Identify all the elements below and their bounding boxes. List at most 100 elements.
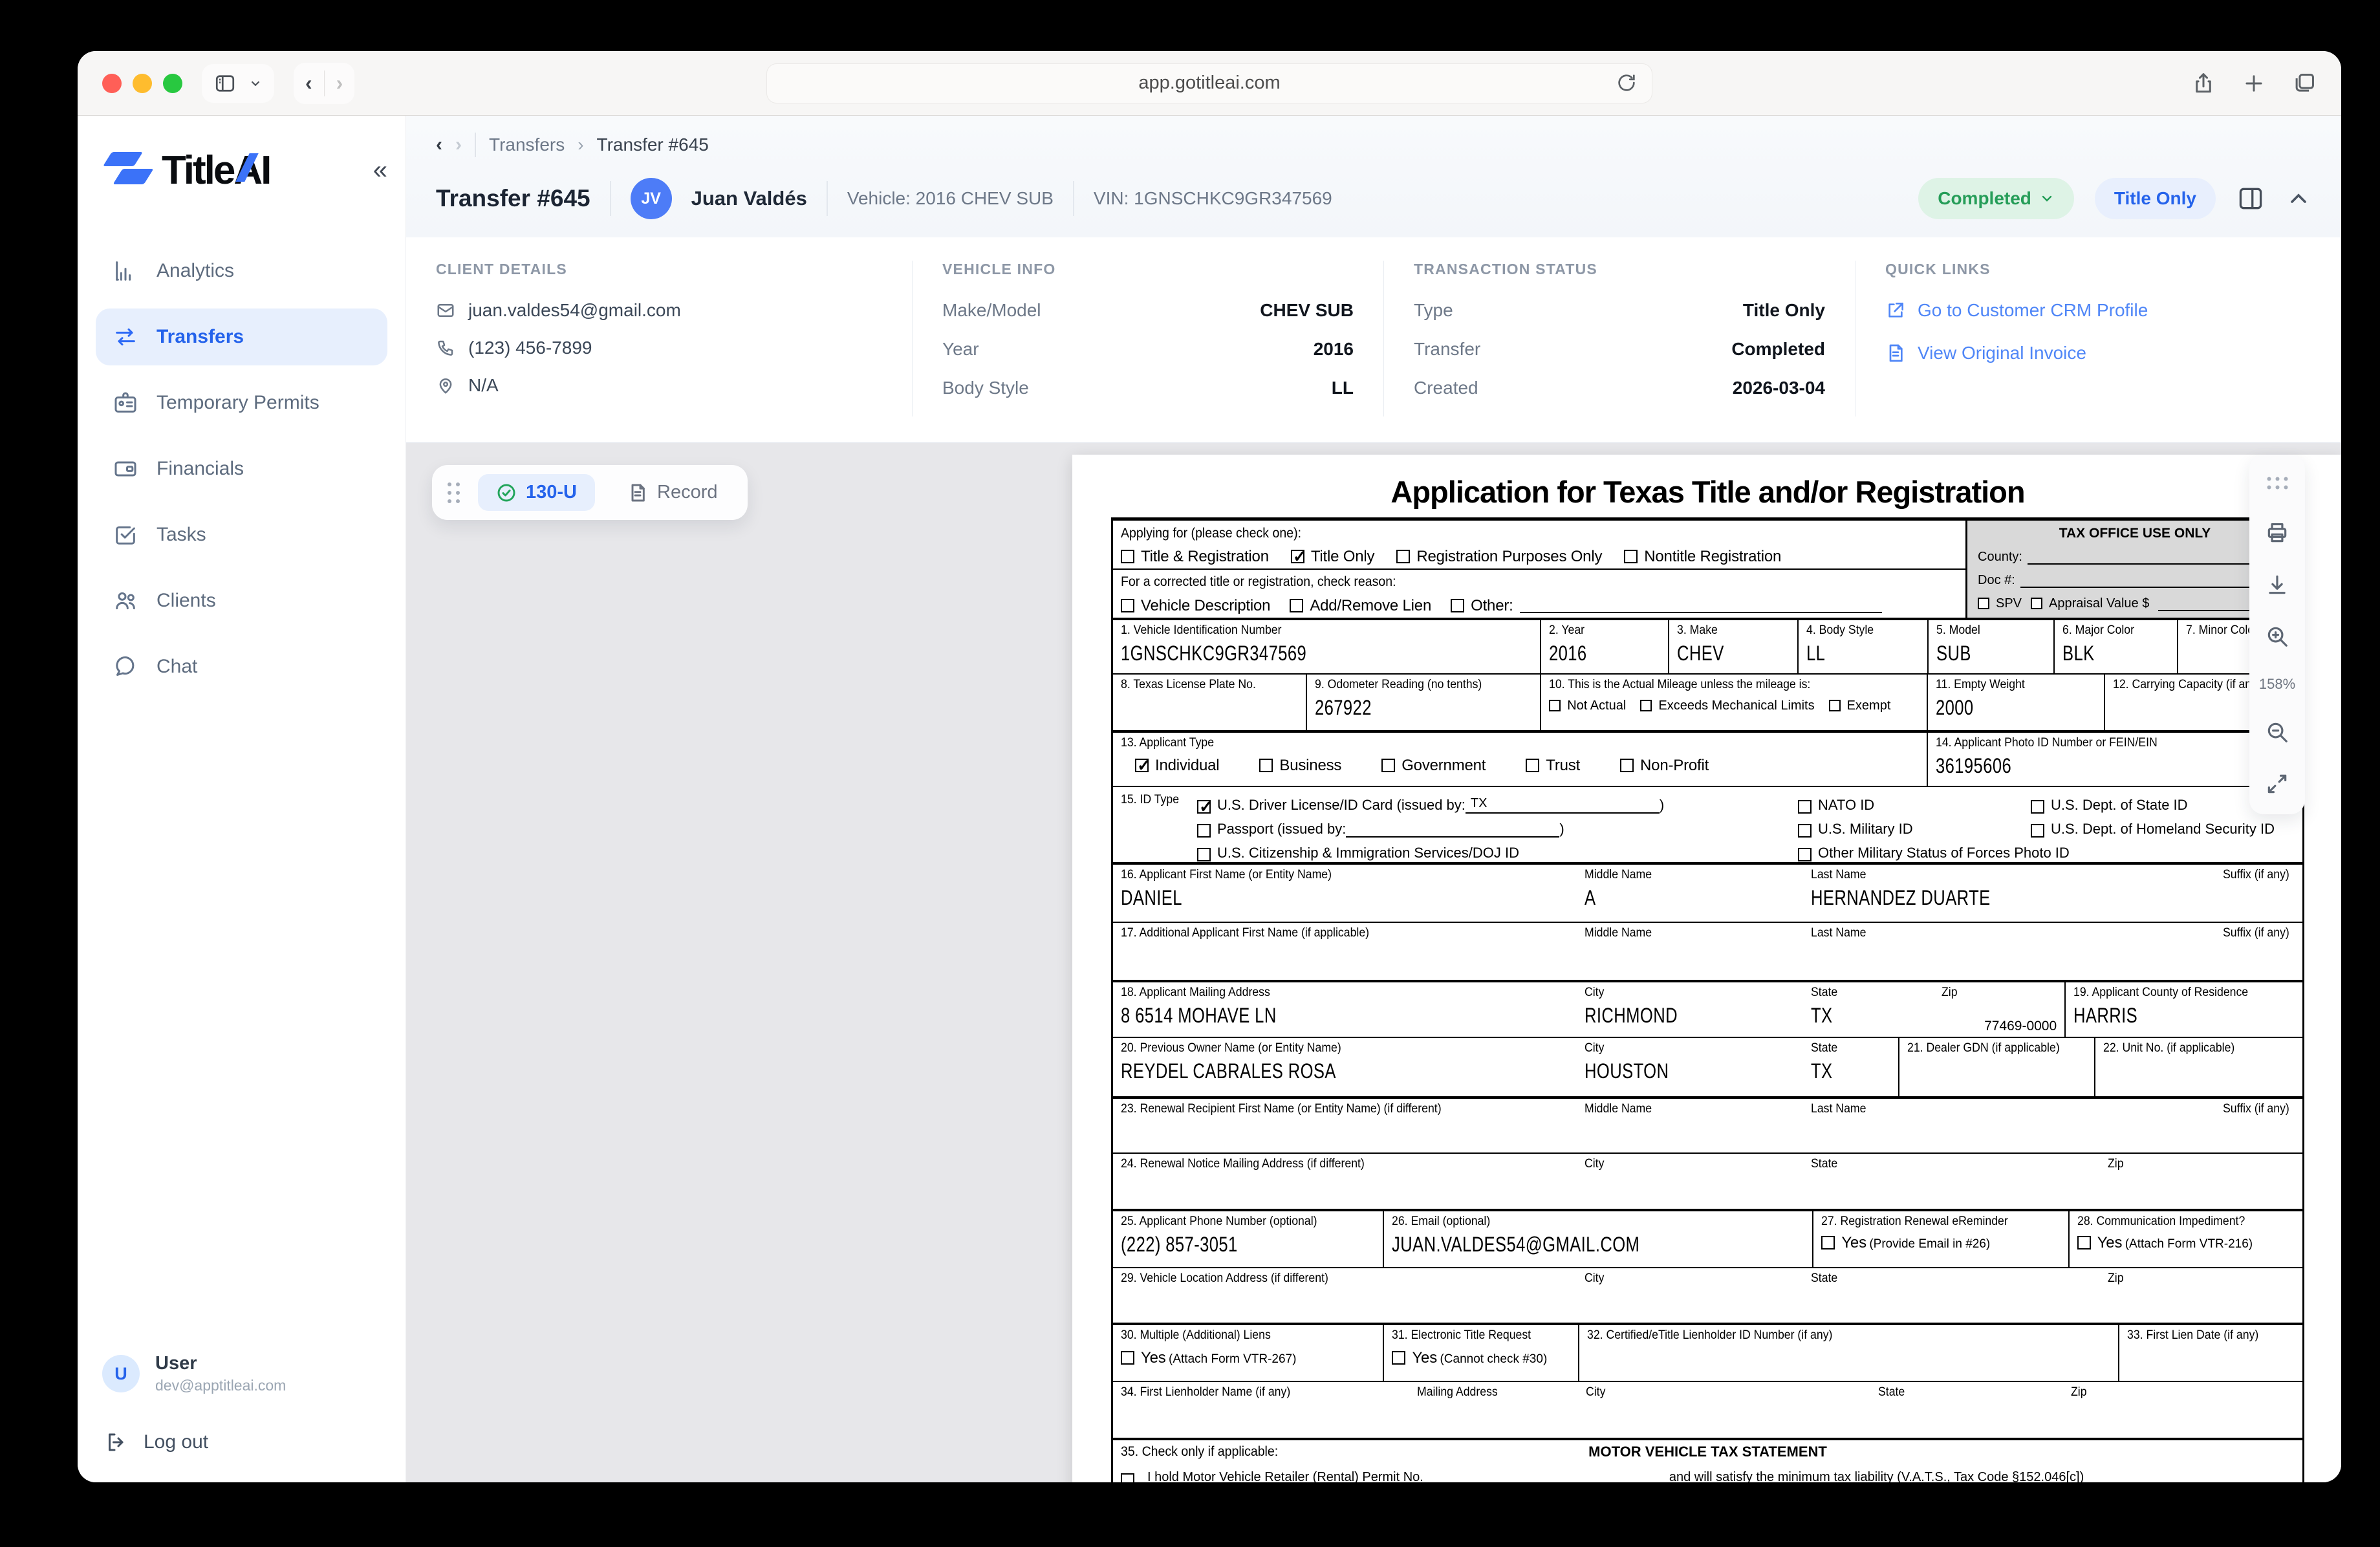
tab-overview-icon[interactable] (2292, 71, 2317, 96)
option-individual[interactable]: Individual (1135, 757, 1219, 775)
sidebar-item-tasks[interactable]: Tasks (96, 506, 387, 563)
appraisal-option[interactable]: Appraisal Value $ (2031, 596, 2149, 611)
make-value[interactable]: CHEV (1677, 642, 1768, 665)
checkbox[interactable] (1197, 848, 1211, 861)
middle-name-value[interactable]: A (1585, 886, 1753, 910)
checkbox[interactable] (1121, 599, 1134, 612)
checkbox[interactable] (1259, 759, 1273, 772)
option-trust[interactable]: Trust (1526, 757, 1580, 775)
new-tab-icon[interactable] (2242, 71, 2266, 96)
checkbox[interactable] (1640, 700, 1652, 711)
option-driver-license[interactable]: U.S. Driver License/ID Card (issued by:T… (1197, 797, 1791, 814)
major-color-value[interactable]: BLK (2062, 642, 2148, 665)
year-value[interactable]: 2016 (1549, 642, 1638, 665)
model-value[interactable]: SUB (1936, 642, 2024, 665)
checkbox[interactable] (1798, 800, 1812, 814)
mailing-address-value[interactable]: 8 6514 MOHAVE LN (1121, 1004, 1480, 1028)
city-value[interactable]: RICHMOND (1585, 1004, 1753, 1028)
toolbar-drag-handle-icon[interactable] (2267, 477, 2288, 490)
checkbox[interactable] (2077, 1236, 2091, 1250)
zoom-out-icon[interactable] (2265, 720, 2289, 744)
sidebar-item-clients[interactable]: Clients (96, 572, 387, 629)
option-etitle-yes[interactable]: Yes (Cannot check #30) (1392, 1349, 1570, 1367)
option-registration-purposes[interactable]: Registration Purposes Only (1396, 548, 1602, 566)
empty-weight-value[interactable]: 2000 (1936, 696, 2064, 720)
option-other[interactable]: Other: (1451, 596, 1882, 615)
sidebar-item-financials[interactable]: Financials (96, 440, 387, 497)
minimize-window-button[interactable] (133, 74, 152, 93)
phone-value[interactable]: (222) 857-3051 (1121, 1233, 1325, 1257)
checkbox[interactable] (1392, 1351, 1405, 1365)
checkbox[interactable] (2031, 824, 2044, 838)
breadcrumb-forward-icon[interactable]: › (455, 134, 462, 156)
odometer-value[interactable]: 267922 (1315, 696, 1489, 720)
forward-button[interactable]: › (336, 71, 343, 95)
tab-130u[interactable]: 130-U (478, 474, 595, 511)
spv-option[interactable]: SPV (1978, 596, 2022, 611)
option-other-military[interactable]: Other Military Status of Forces Photo ID (1798, 845, 2031, 861)
address-bar[interactable]: app.gotitleai.com (766, 63, 1652, 103)
checkbox[interactable] (1798, 824, 1812, 838)
email-value[interactable]: JUAN.VALDES54@GMAIL.COM (1392, 1233, 1722, 1257)
checkbox[interactable] (1197, 800, 1211, 814)
checkbox[interactable] (1121, 1351, 1134, 1365)
status-badge[interactable]: Completed (1918, 178, 2074, 219)
option-uscis-doj[interactable]: U.S. Citizenship & Immigration Services/… (1197, 845, 1791, 861)
checkbox[interactable] (1396, 550, 1410, 563)
sidebar-toggle-button[interactable] (202, 64, 274, 103)
option-liens-yes[interactable]: Yes (Attach Form VTR-267) (1121, 1349, 1375, 1367)
option-impediment-yes[interactable]: Yes (Attach Form VTR-216) (2077, 1234, 2295, 1252)
type-badge[interactable]: Title Only (2095, 178, 2216, 219)
checkbox[interactable] (2031, 800, 2044, 814)
logout-button[interactable]: Log out (96, 1431, 387, 1454)
checkbox[interactable] (1798, 848, 1812, 861)
option-government[interactable]: Government (1381, 757, 1486, 775)
option-ereminder-yes[interactable]: Yes (Provide Email in #26) (1821, 1234, 2060, 1252)
crm-profile-link[interactable]: Go to Customer CRM Profile (1885, 300, 2311, 321)
checkbox[interactable] (1135, 759, 1149, 772)
zoom-in-icon[interactable] (2265, 624, 2289, 649)
checkbox[interactable] (1620, 759, 1634, 772)
sidebar-item-chat[interactable]: Chat (96, 638, 387, 695)
checkbox[interactable] (1290, 599, 1303, 612)
checkbox[interactable] (1451, 599, 1464, 612)
option-passport[interactable]: Passport (issued by:) (1197, 821, 1791, 838)
zip-value[interactable]: 77469-0000 (1942, 1019, 2057, 1034)
reload-icon[interactable] (1616, 72, 1638, 99)
previous-owner-value[interactable]: REYDEL CABRALES ROSA (1121, 1059, 1480, 1083)
back-button[interactable]: ‹ (305, 71, 312, 95)
option-nato-id[interactable]: NATO ID (1798, 797, 2031, 814)
checkbox[interactable] (1526, 759, 1539, 772)
option-not-actual[interactable]: Not Actual (1549, 698, 1626, 713)
previous-owner-city-value[interactable]: HOUSTON (1585, 1059, 1753, 1083)
checkbox[interactable] (1121, 1473, 1134, 1482)
download-icon[interactable] (2265, 572, 2289, 597)
original-invoice-link[interactable]: View Original Invoice (1885, 343, 2311, 363)
checkbox[interactable] (1381, 759, 1395, 772)
option-title-only[interactable]: Title Only (1291, 548, 1374, 566)
state-value[interactable]: TX (1811, 1004, 1903, 1028)
option-exempt[interactable]: Exempt (1829, 698, 1891, 713)
close-window-button[interactable] (102, 74, 122, 93)
option-nontitle-registration[interactable]: Nontitle Registration (1624, 548, 1781, 566)
breadcrumb-back-icon[interactable]: ‹ (436, 134, 442, 156)
checkbox[interactable] (1821, 1236, 1835, 1250)
checkbox[interactable] (1978, 598, 1989, 609)
checkbox[interactable] (1121, 550, 1134, 563)
county-value[interactable]: HARRIS (2073, 1004, 2250, 1028)
photo-id-value[interactable]: 36195606 (1936, 754, 2223, 778)
zoom-window-button[interactable] (163, 74, 182, 93)
previous-owner-state-value[interactable]: TX (1811, 1059, 1874, 1083)
option-vehicle-description[interactable]: Vehicle Description (1121, 597, 1270, 615)
fullscreen-icon[interactable] (2265, 772, 2289, 796)
share-icon[interactable] (2191, 71, 2216, 96)
sidebar-collapse-button[interactable]: « (373, 156, 387, 185)
sidebar-item-analytics[interactable]: Analytics (96, 243, 387, 299)
option-business[interactable]: Business (1259, 757, 1341, 775)
option-exceeds-mechanical[interactable]: Exceeds Mechanical Limits (1640, 698, 1814, 713)
sidebar-item-transfers[interactable]: Transfers (96, 308, 387, 365)
checkbox[interactable] (1291, 550, 1304, 563)
checkbox[interactable] (1624, 550, 1638, 563)
breadcrumb-root[interactable]: Transfers (489, 135, 565, 155)
first-name-value[interactable]: DANIEL (1121, 886, 1480, 910)
